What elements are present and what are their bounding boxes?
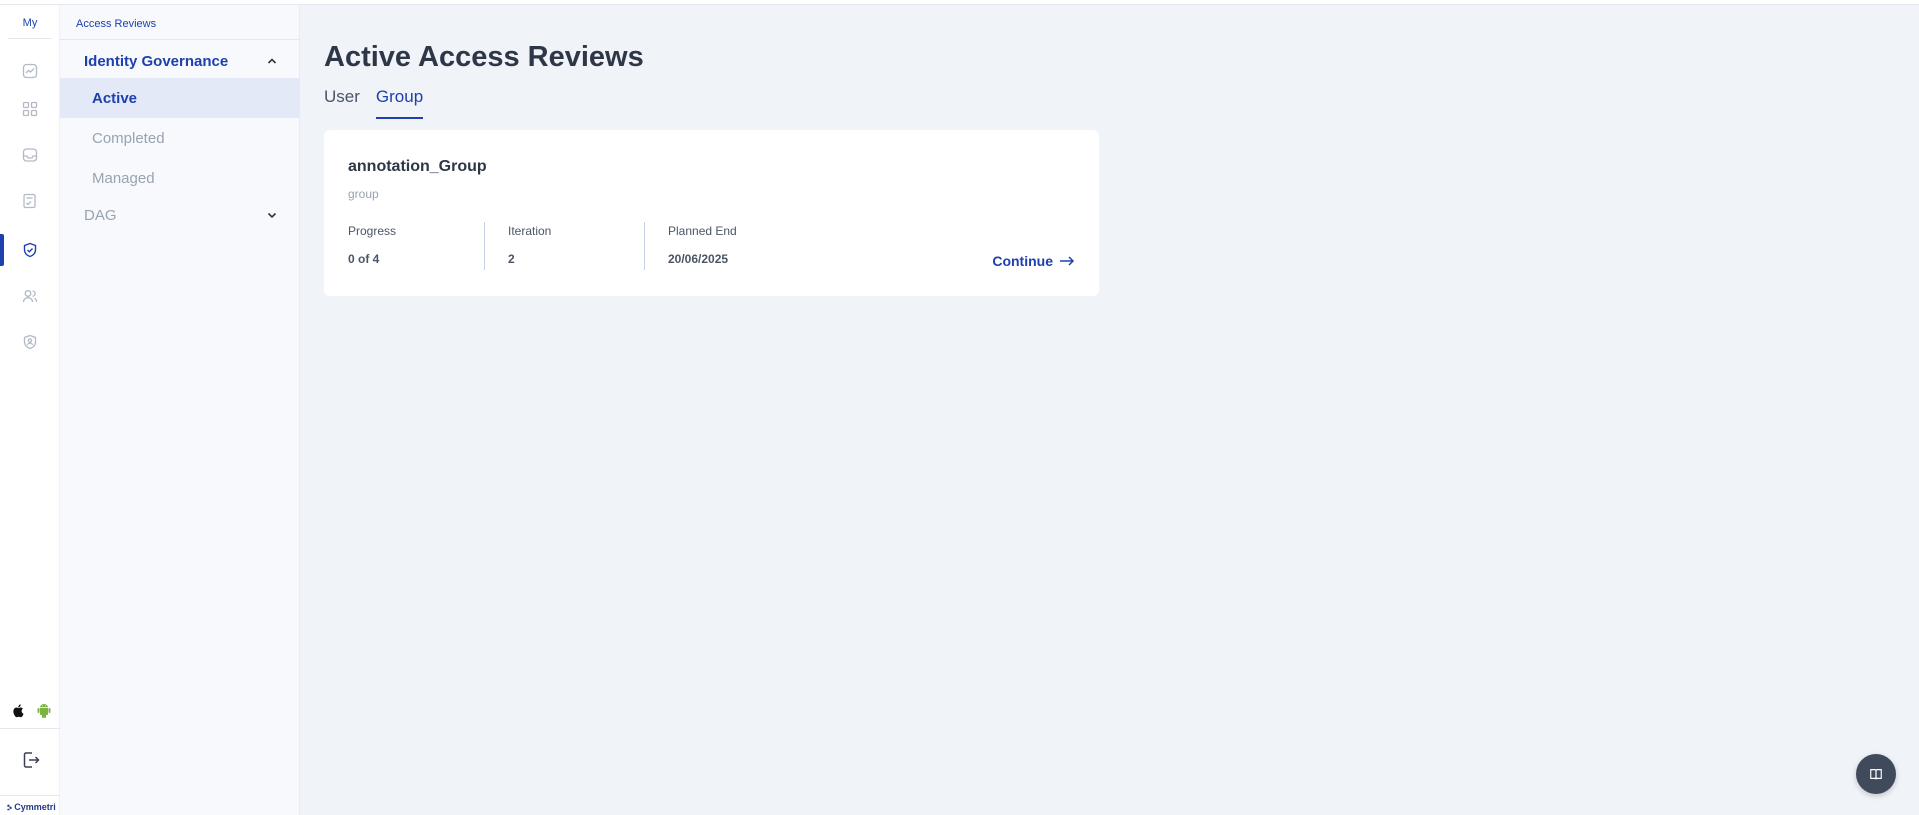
tab-user[interactable]: User [324, 87, 360, 119]
iteration-value: 2 [508, 252, 515, 266]
review-type-tabs: User Group [324, 87, 424, 119]
sidebar-item-completed[interactable]: Completed [60, 118, 300, 158]
progress-label: Progress [348, 224, 397, 238]
planned-end-stat: Planned End 20/06/2025 [668, 224, 808, 272]
rail-separator-bottom [0, 795, 60, 796]
sidebar-item-managed[interactable]: Managed [60, 158, 300, 198]
sidebar-group-label: DAG [84, 206, 117, 224]
shield-check-icon[interactable] [18, 238, 42, 262]
app-store-links [6, 696, 56, 724]
review-card: annotation_Group group Progress 0 of 4 I… [324, 130, 1099, 296]
users-icon[interactable] [18, 284, 42, 308]
help-book-button[interactable] [1856, 754, 1896, 794]
page-title: Active Access Reviews [324, 41, 644, 73]
iteration-stat: Iteration 2 [508, 224, 638, 272]
continue-label: Continue [992, 253, 1053, 269]
chevron-up-icon [267, 58, 277, 64]
logout-icon[interactable] [18, 747, 44, 773]
checklist-icon[interactable] [18, 189, 42, 213]
review-card-subtitle: group [348, 187, 379, 201]
planned-end-label: Planned End [668, 224, 737, 238]
breadcrumb[interactable]: Access Reviews [76, 18, 156, 30]
breadcrumb-divider [60, 39, 300, 40]
arrow-right-icon [1060, 256, 1075, 266]
brand-logo-text: Cymmetri [14, 802, 56, 812]
tab-group[interactable]: Group [375, 87, 424, 119]
stat-divider [644, 222, 645, 270]
inbox-icon[interactable] [18, 143, 42, 167]
sidebar-group-dag[interactable]: DAG [60, 201, 300, 229]
sidebar-group-identity-governance[interactable]: Identity Governance [60, 47, 300, 75]
book-icon [1870, 769, 1882, 780]
apple-icon[interactable] [8, 700, 28, 720]
planned-end-value: 20/06/2025 [668, 252, 729, 266]
sidebar-item-label: Managed [92, 169, 155, 187]
rail-brand-label[interactable]: My [0, 17, 60, 29]
sidebar-group-label: Identity Governance [84, 52, 229, 70]
rail-divider [8, 38, 52, 39]
sidebar-item-label: Active [92, 89, 138, 107]
sidebar-item-active[interactable]: Active [60, 78, 300, 118]
badge-icon[interactable] [18, 330, 42, 354]
sidebar-item-label: Completed [92, 129, 165, 147]
secondary-sidebar: Access Reviews Identity Governance Activ… [60, 5, 300, 815]
progress-stat: Progress 0 of 4 [348, 224, 478, 272]
iteration-label: Iteration [508, 224, 552, 238]
stat-divider [484, 222, 485, 270]
chart-icon[interactable] [18, 59, 42, 83]
active-rail-indicator [0, 234, 4, 266]
grid-icon[interactable] [18, 97, 42, 121]
chevron-down-icon [267, 212, 277, 219]
rail-separator [0, 728, 60, 729]
icon-rail: My Cymmetri [0, 5, 60, 815]
main-content: Active Access Reviews User Group annotat… [300, 5, 1919, 815]
brand-logo: Cymmetri [2, 800, 60, 814]
android-icon[interactable] [34, 700, 54, 720]
continue-button[interactable]: Continue [992, 253, 1075, 269]
progress-value: 0 of 4 [348, 252, 380, 266]
review-card-title: annotation_Group [348, 158, 487, 175]
